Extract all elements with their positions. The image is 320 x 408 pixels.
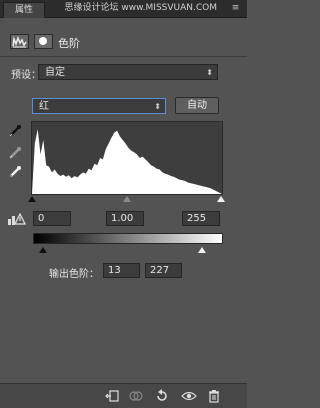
input-white-slider[interactable] <box>217 196 225 202</box>
output-gradient-bar <box>33 233 223 244</box>
white-point-eyedropper-icon[interactable] <box>8 165 22 179</box>
histogram-plot <box>32 129 222 194</box>
clipping-warning-icon[interactable] <box>8 212 27 225</box>
input-black-field[interactable]: 0 <box>33 211 71 226</box>
levels-histogram-glyph <box>12 35 27 48</box>
black-point-eyedropper-icon[interactable] <box>8 124 22 138</box>
channel-value: 红 <box>39 101 49 112</box>
delete-trash-icon[interactable] <box>206 388 222 404</box>
input-white-field[interactable]: 255 <box>182 211 220 226</box>
panel-menu-icon[interactable]: ≡ <box>230 3 241 13</box>
preset-label: 预设： <box>11 70 41 81</box>
panel-title: 色阶 <box>58 37 80 50</box>
preset-dropdown[interactable]: 自定 ⬍ <box>38 64 218 80</box>
dropdown-arrow-icon: ⬍ <box>154 102 161 111</box>
tab-properties[interactable]: 属性 <box>3 2 45 18</box>
dropdown-arrow-icon: ⬍ <box>206 68 213 77</box>
output-black-slider[interactable] <box>38 247 47 253</box>
auto-button[interactable]: 自动 <box>175 97 219 114</box>
output-black-field[interactable]: 13 <box>103 263 140 278</box>
input-black-slider[interactable] <box>28 196 36 202</box>
properties-header: 色阶 <box>0 18 247 57</box>
input-gamma-slider[interactable] <box>123 196 131 202</box>
histogram-area <box>32 129 222 194</box>
watermark-text: 思缘设计论坛 www.MISSVUAN.COM <box>64 3 217 13</box>
gray-point-eyedropper-icon[interactable] <box>8 146 22 160</box>
histogram <box>31 121 223 195</box>
channel-dropdown[interactable]: 红 ⬍ <box>32 98 166 114</box>
clip-to-layer-icon[interactable] <box>104 388 120 404</box>
input-gamma-field[interactable]: 1.00 <box>106 211 144 226</box>
levels-adjustment-icon[interactable] <box>10 34 29 49</box>
output-white-slider[interactable] <box>198 247 207 253</box>
bottom-toolbar <box>0 383 247 408</box>
visibility-eye-icon[interactable] <box>181 388 197 404</box>
layer-mask-icon[interactable] <box>34 34 53 49</box>
view-previous-state-icon[interactable] <box>128 388 144 404</box>
panel-title-bar: 属性 思缘设计论坛 www.MISSVUAN.COM ≡ <box>0 0 247 18</box>
preset-value: 自定 <box>45 67 65 78</box>
reset-icon[interactable] <box>154 388 170 404</box>
output-white-field[interactable]: 227 <box>145 263 182 278</box>
output-levels-label: 输出色阶： <box>49 269 99 280</box>
